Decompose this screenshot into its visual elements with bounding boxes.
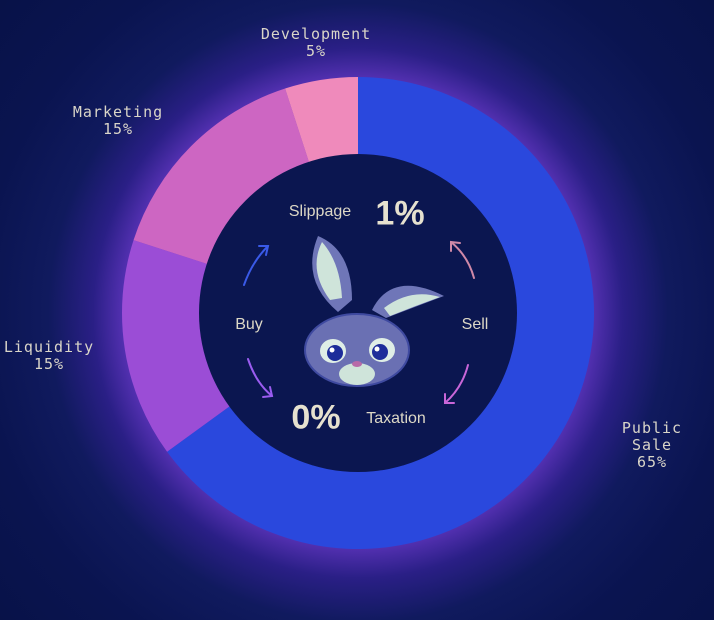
taxation-label: Taxation (366, 410, 426, 427)
category-name: Development (260, 25, 372, 43)
label-development: Development 5% (261, 26, 371, 60)
slippage-label: Slippage (288, 203, 352, 220)
taxation-value: 0% (291, 398, 341, 437)
category-name: Marketing (72, 103, 164, 121)
label-public-sale: Public Sale 65% (621, 420, 683, 471)
slippage-value: 1% (375, 194, 425, 233)
category-value: 15% (102, 120, 134, 138)
category-value: 15% (33, 355, 65, 373)
category-value: 65% (636, 453, 668, 471)
label-liquidity: Liquidity 15% (4, 339, 94, 373)
category-name: Public Sale (621, 419, 683, 454)
buy-label: Buy (235, 316, 263, 333)
category-name: Liquidity (3, 338, 95, 356)
donut-center (199, 154, 517, 472)
label-marketing: Marketing 15% (73, 104, 163, 138)
category-value: 5% (305, 42, 327, 60)
donut-chart (122, 77, 594, 549)
sell-label: Sell (461, 316, 489, 333)
